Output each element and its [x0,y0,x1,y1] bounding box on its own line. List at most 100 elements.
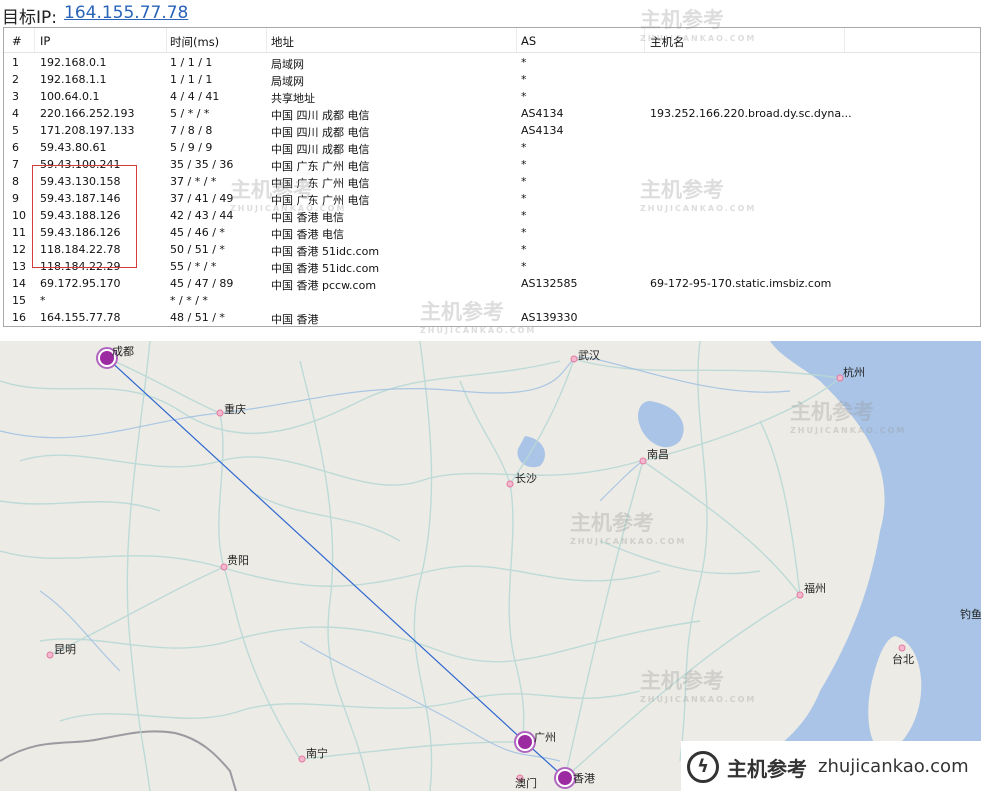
table-row[interactable]: 15 * * / * / * [4,292,980,309]
watermark-footer: ϟ 主机参考 zhujicankao.com [681,741,981,791]
hop-ip: 192.168.0.1 [40,56,107,69]
column-divider[interactable] [844,28,845,52]
hop-time: 48 / 51 / * [170,311,225,324]
table-row[interactable]: 12 118.184.22.78 50 / 51 / * 中国 香港 51idc.co… [4,241,980,258]
hop-number: 13 [12,260,26,273]
col-header-as[interactable]: AS [521,34,536,48]
hop-address: 中国 广东 广州 电信 [271,160,370,173]
city-label-macau: 澳门 [515,777,537,790]
hop-number: 15 [12,294,26,307]
hop-address: 中国 四川 成都 电信 [271,109,370,122]
hop-as: * [521,243,527,256]
route-map[interactable]: 成都 武汉 杭州 重庆 南昌 长沙 贵阳 福州 钓鱼 昆明 台北 广州 南宁 澳… [0,341,981,791]
table-row[interactable]: 8 59.43.130.158 37 / * / * 中国 广东 广州 电信 * [4,173,980,190]
table-header: # IP 时间(ms) 地址 AS 主机名 [4,28,980,53]
hop-highlight-box [32,165,137,268]
city-dot-fuzhou [796,591,804,599]
city-label-nanning: 南宁 [306,747,328,760]
table-row[interactable]: 9 59.43.187.146 37 / 41 / 49 中国 广东 广州 电信 * [4,190,980,207]
hop-marker-hongkong [554,767,576,789]
hop-address: 中国 香港 51idc.com [271,245,380,258]
column-divider[interactable] [266,28,267,52]
table-row[interactable]: 3 100.64.0.1 4 / 4 / 41 共享地址 * [4,88,980,105]
hop-ip: 164.155.77.78 [40,311,121,324]
road [19,454,641,486]
hop-time: 7 / 8 / 8 [170,124,213,137]
road-network [0,341,841,791]
hop-time: 5 / 9 / 9 [170,141,213,154]
road [59,690,641,722]
col-header-ip[interactable]: IP [40,34,50,48]
hop-number: 3 [12,90,19,103]
hop-time: 1 / 1 / 1 [170,56,213,69]
hop-number: 2 [12,73,19,86]
hop-address: 局域网 [271,58,304,71]
road [759,420,801,596]
city-dot-nanchang [639,457,647,465]
road [218,412,301,760]
table-row[interactable]: 1 192.168.0.1 1 / 1 / 1 局域网 * [4,54,980,71]
hop-as: * [521,226,527,239]
hop-number: 7 [12,158,19,171]
column-divider[interactable] [644,28,645,52]
road [126,341,151,791]
table-row[interactable]: 16 164.155.77.78 48 / 51 / * 中国 香港 AS139330 [4,309,980,326]
hop-as: AS4134 [521,107,564,120]
river [599,460,644,502]
hop-ip: 192.168.1.1 [40,73,107,86]
table-row[interactable]: 2 192.168.1.1 1 / 1 / 1 局域网 * [4,71,980,88]
road [249,490,401,542]
table-row[interactable]: 13 118.184.22.29 55 / * / * 中国 香港 51idc.com… [4,258,980,275]
city-dot-changsha [506,480,514,488]
hop-address: 中国 香港 [271,313,319,326]
hop-time: 42 / 43 / 44 [170,209,234,222]
table-row[interactable]: 7 59.43.100.241 35 / 35 / 36 中国 广东 广州 电信 * [4,156,980,173]
hop-ip: 69.172.95.170 [40,277,121,290]
table-row[interactable]: 14 69.172.95.170 45 / 47 / 89 中国 香港 pccw.co… [4,275,980,292]
table-row[interactable]: 5 171.208.197.133 7 / 8 / 8 中国 四川 成都 电信 AS41… [4,122,980,139]
hop-time: 35 / 35 / 36 [170,158,234,171]
col-header-num[interactable]: # [12,34,22,48]
city-dot-kunming [46,651,54,659]
col-header-hostname[interactable]: 主机名 [650,34,685,50]
road [679,341,708,762]
city-label-chengdu: 成都 [112,345,134,358]
hop-number: 16 [12,311,26,324]
city-label-guangzhou: 广州 [534,731,556,744]
hop-as: * [521,260,527,273]
road [49,566,225,656]
city-label-hangzhou: 杭州 [843,366,865,379]
watermark-domain: zhujicankao.com [818,756,969,777]
hop-as: * [521,158,527,171]
route-line [106,357,526,743]
road [0,550,661,587]
city-label-guiyang: 贵阳 [227,554,249,567]
road [564,460,644,779]
hop-time: 5 / * / * [170,107,210,120]
city-label-nanchang: 南昌 [647,448,669,461]
hop-address: 中国 香港 pccw.com [271,279,377,292]
target-ip-link[interactable]: 164.155.77.78 [64,3,188,23]
column-divider[interactable] [516,28,517,52]
border-line [0,730,237,791]
road [509,358,575,485]
hop-time: 45 / 46 / * [170,226,225,239]
table-row[interactable]: 11 59.43.186.126 45 / 46 / * 中国 香港 电信 * [4,224,980,241]
hop-number: 12 [12,243,26,256]
col-header-address[interactable]: 地址 [271,34,294,50]
column-divider[interactable] [166,28,167,52]
hop-ip: 171.208.197.133 [40,124,135,137]
table-row[interactable]: 10 59.43.188.126 42 / 43 / 44 中国 香港 电信 * [4,207,980,224]
column-divider[interactable] [34,28,35,52]
hop-address: 中国 香港 51idc.com [271,262,380,275]
table-row[interactable]: 6 59.43.80.61 5 / 9 / 9 中国 四川 成都 电信 * [4,139,980,156]
col-header-time[interactable]: 时间(ms) [170,34,219,50]
hop-as: * [521,90,527,103]
header-bar: 目标IP: 164.155.77.78 [0,0,981,28]
hop-address: 中国 香港 电信 [271,211,344,224]
city-label-fuzhou: 福州 [804,582,826,595]
hop-as: * [521,209,527,222]
table-row[interactable]: 4 220.166.252.193 5 / * / * 中国 四川 成都 电信 AS41… [4,105,980,122]
hop-number: 11 [12,226,26,239]
city-dot-chongqing [216,409,224,417]
